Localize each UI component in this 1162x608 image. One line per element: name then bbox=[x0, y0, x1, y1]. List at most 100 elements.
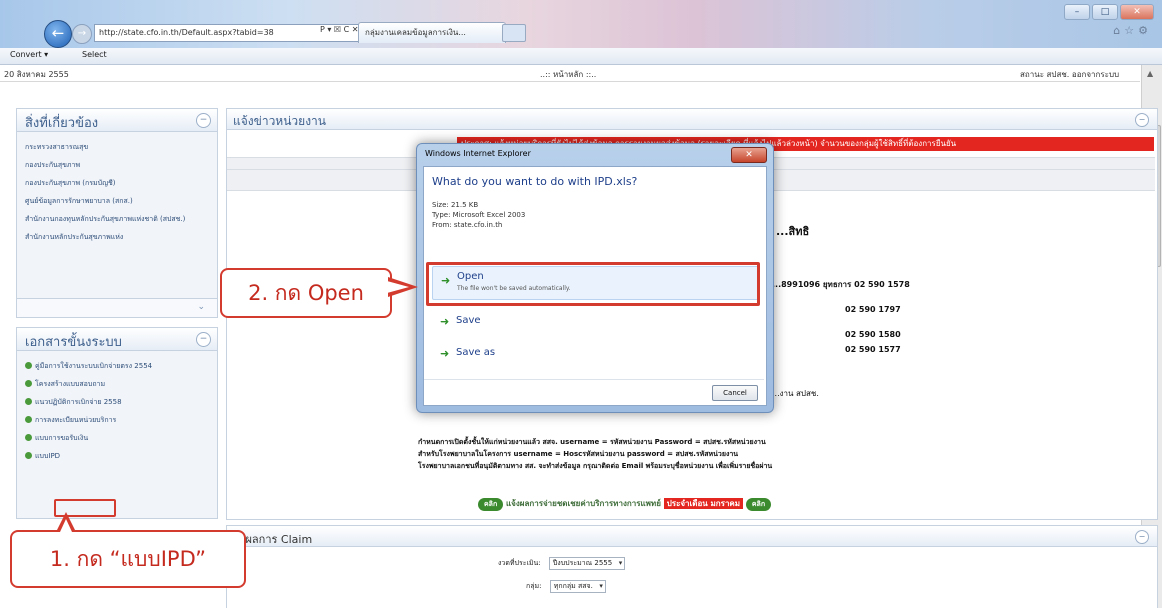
list-item[interactable]: กองประกันสุขภาพ bbox=[25, 156, 217, 174]
list-item[interactable]: การลงทะเบียนหน่วยบริการ bbox=[25, 411, 217, 429]
command-bar: Convert ▾ Select bbox=[0, 48, 1162, 65]
maximize-button[interactable]: □ bbox=[1092, 4, 1118, 20]
ipd-form-link[interactable]: แบบIPD bbox=[25, 447, 217, 465]
body-line: กำหนดการเปิดตั้งชั้นให้แก่หน่วยงานแล้ว ส… bbox=[418, 438, 766, 446]
contact-line: 02 590 1580 bbox=[845, 330, 901, 339]
list-item[interactable]: กระทรวงสาธารณสุข bbox=[25, 138, 217, 156]
dialog-title: Windows Internet Explorer bbox=[425, 149, 531, 158]
list-item[interactable]: กองประกันสุขภาพ (กรมบัญชี) bbox=[25, 174, 217, 192]
file-from: From: state.cfo.in.th bbox=[432, 221, 503, 229]
contact-note: ...งาน สปสช. bbox=[772, 389, 819, 398]
browser-tool-icons[interactable]: ⌂☆⚙ bbox=[1113, 24, 1152, 37]
dialog-question: What do you want to do with IPD.xls? bbox=[432, 175, 638, 188]
window-controls: – □ ✕ bbox=[1064, 4, 1154, 20]
new-tab-button[interactable] bbox=[502, 24, 526, 42]
address-controls[interactable]: P ▾ ☒ C ✕ bbox=[320, 25, 358, 34]
document-icon bbox=[25, 380, 32, 387]
collapse-icon[interactable]: − bbox=[1135, 113, 1149, 127]
back-button[interactable]: ← bbox=[44, 20, 72, 48]
payment-announcement[interactable]: คลิก แจ้งผลการจ่ายชดเชยค่าบริการทางการแพ… bbox=[478, 497, 772, 511]
period-label: งวดที่ประเมิน: bbox=[498, 559, 541, 567]
list-item-label: การลงทะเบียนหน่วยบริการ bbox=[35, 416, 117, 424]
panel-footer: ⌄ bbox=[17, 298, 217, 317]
list-item[interactable]: แบบการขอรับเงิน bbox=[25, 429, 217, 447]
list-item[interactable]: ศูนย์ข้อมูลการรักษาพยาบาล (สกส.) bbox=[25, 192, 217, 210]
claim-header: ...ผลการ Claim − bbox=[227, 526, 1157, 547]
callout-pointer-inner bbox=[60, 519, 72, 532]
step2-callout: 2. กด Open bbox=[220, 268, 392, 318]
open-option-highlight bbox=[426, 262, 760, 306]
arrow-right-icon: ➜ bbox=[440, 347, 450, 360]
scroll-up-icon[interactable]: ▲ bbox=[1147, 69, 1153, 78]
cancel-button[interactable]: Cancel bbox=[712, 385, 758, 401]
option-label: Save as bbox=[456, 347, 496, 358]
option-label: Save bbox=[456, 315, 481, 326]
minimize-button[interactable]: – bbox=[1064, 4, 1090, 20]
collapse-icon[interactable]: − bbox=[196, 332, 211, 347]
arrow-right-icon: ➜ bbox=[440, 315, 450, 328]
claim-title: ...ผลการ Claim bbox=[235, 533, 313, 546]
file-size: Size: 21.5 KB bbox=[432, 201, 479, 209]
list-item[interactable]: โครงสร้างแบบสอบถาม bbox=[25, 375, 217, 393]
collapse-icon[interactable]: − bbox=[196, 113, 211, 128]
page-header: 20 สิงหาคม 2555 ..:: หน้าหลัก ::.. สถานะ… bbox=[0, 65, 1140, 82]
document-icon bbox=[25, 362, 32, 369]
page-center-title: ..:: หน้าหลัก ::.. bbox=[540, 70, 597, 79]
save-as-option[interactable]: ➜ Save as bbox=[432, 340, 757, 372]
document-icon bbox=[25, 398, 32, 405]
list-item-label: แนวปฏิบัติการเบิกจ่าย 2558 bbox=[35, 398, 122, 406]
body-line: โรงพยาบาลเอกชนที่อนุมัติตามทาง สส. จะทำส… bbox=[418, 462, 773, 470]
file-type: Type: Microsoft Excel 2003 bbox=[432, 211, 526, 219]
arrow-badge: คลิก bbox=[478, 498, 504, 511]
list-item-label: โครงสร้างแบบสอบถาม bbox=[35, 380, 106, 388]
collapse-icon[interactable]: − bbox=[1135, 530, 1149, 544]
document-icon bbox=[25, 416, 32, 423]
related-links-panel: สิ่งที่เกี่ยวข้อง − กระทรวงสาธารณสุข กอง… bbox=[16, 108, 218, 318]
group-row: กลุ่ม: ทุกกลุ่ม สสจ. bbox=[526, 580, 606, 593]
close-window-button[interactable]: ✕ bbox=[1120, 4, 1154, 20]
save-option[interactable]: ➜ Save bbox=[432, 308, 757, 340]
step1-callout: 1. กด “แบบIPD” bbox=[10, 530, 246, 588]
contact-line: 02 590 1577 bbox=[845, 345, 901, 354]
group-select[interactable]: ทุกกลุ่ม สสจ. bbox=[549, 580, 606, 593]
forward-button[interactable]: → bbox=[72, 24, 92, 44]
chevron-down-icon[interactable]: ⌄ bbox=[197, 302, 205, 312]
dialog-close-button[interactable]: ✕ bbox=[731, 147, 767, 163]
announcement-highlight: ประจำเดือน มกราคม bbox=[663, 498, 744, 509]
callout-pointer-inner bbox=[387, 281, 409, 293]
group-label: กลุ่ม: bbox=[526, 582, 542, 590]
arrow-badge: คลิก bbox=[745, 498, 772, 511]
select-button[interactable]: Select bbox=[82, 50, 107, 59]
dialog-divider bbox=[424, 379, 764, 380]
documents-panel: เอกสารขั้นงระบบ − คู่มือการใช้งานระบบเบิ… bbox=[16, 327, 218, 519]
claim-panel: ...ผลการ Claim − bbox=[226, 525, 1158, 608]
announcement-text: แจ้งผลการจ่ายชดเชยค่าบริการทางการแพทย์ bbox=[506, 499, 661, 508]
list-item[interactable]: สำนักงานกองทุนหลักประกันสุขภาพแห่งชาติ (… bbox=[25, 210, 217, 228]
contact-line: ...8991096 ยุทธการ 02 590 1578 bbox=[772, 280, 910, 289]
screenshot-frame: – □ ✕ ← → http://state.cfo.in.th/Default… bbox=[0, 0, 1162, 608]
documents-list: คู่มือการใช้งานระบบเบิกจ่ายตรง 2554 โครง… bbox=[17, 351, 217, 465]
org-name: ...สิทธิ bbox=[776, 225, 810, 238]
convert-button[interactable]: Convert ▾ bbox=[10, 50, 48, 59]
header-links[interactable]: สถานะ สปสช. ออกจากระบบ bbox=[1020, 68, 1119, 81]
browser-tab[interactable]: กลุ่มงานเคลมข้อมูลการเงิน... bbox=[358, 22, 506, 43]
period-select[interactable]: ปีงบประมาณ 2555 bbox=[548, 557, 626, 570]
news-header: แจ้งข่าวหน่วยงาน − bbox=[227, 109, 1157, 130]
list-item[interactable]: สำนักงานหลักประกันสุขภาพแห่ง bbox=[25, 228, 217, 246]
list-item-label: คู่มือการใช้งานระบบเบิกจ่ายตรง 2554 bbox=[35, 362, 153, 370]
panel-title: เอกสารขั้นงระบบ bbox=[25, 335, 122, 350]
list-item[interactable]: แนวปฏิบัติการเบิกจ่าย 2558 bbox=[25, 393, 217, 411]
panel-header: เอกสารขั้นงระบบ − bbox=[17, 328, 217, 351]
panel-header: สิ่งที่เกี่ยวข้อง − bbox=[17, 109, 217, 132]
document-icon bbox=[25, 452, 32, 459]
news-title: แจ้งข่าวหน่วยงาน bbox=[233, 114, 326, 128]
panel-title: สิ่งที่เกี่ยวข้อง bbox=[25, 116, 99, 131]
list-item[interactable]: คู่มือการใช้งานระบบเบิกจ่ายตรง 2554 bbox=[25, 357, 217, 375]
list-item-label: แบบIPD bbox=[35, 452, 61, 460]
contact-line: 02 590 1797 bbox=[845, 305, 901, 314]
related-links-list: กระทรวงสาธารณสุข กองประกันสุขภาพ กองประก… bbox=[17, 132, 217, 246]
document-icon bbox=[25, 434, 32, 441]
body-line: สำหรับโรงพยาบาลในโครงการ username = Hosc… bbox=[418, 450, 739, 458]
list-item-label: แบบการขอรับเงิน bbox=[35, 434, 89, 442]
period-row: งวดที่ประเมิน: ปีงบประมาณ 2555 bbox=[498, 557, 626, 570]
